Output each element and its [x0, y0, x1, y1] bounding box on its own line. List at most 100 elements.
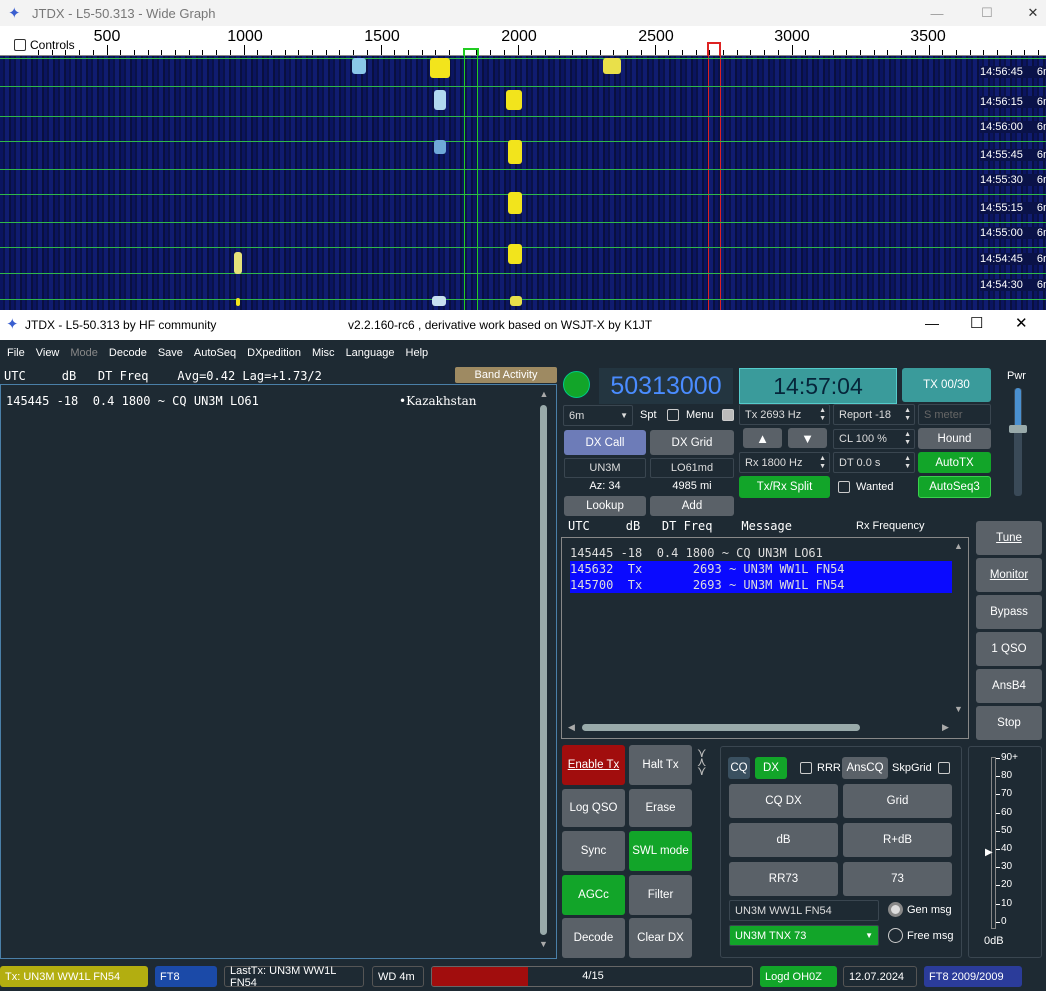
tx-frequency-marker[interactable]: [707, 42, 721, 56]
spin-arrows-icon[interactable]: ▲ ▼: [904, 431, 911, 447]
scroll-down-icon[interactable]: ▼: [954, 704, 963, 714]
cq-dx-button[interactable]: CQ DX: [729, 784, 838, 818]
monitor-button[interactable]: Monitor: [976, 558, 1042, 592]
spin-arrows-icon[interactable]: ▲ ▼: [904, 407, 911, 423]
erase-button[interactable]: Erase: [629, 789, 692, 827]
log-qso-button[interactable]: Log QSO: [562, 789, 625, 827]
band-activity-scrollbar[interactable]: ▲ ▼: [538, 389, 550, 955]
tx-up-button[interactable]: ▲: [743, 428, 782, 448]
period-separator: [0, 58, 1046, 59]
menu-label: Menu: [686, 409, 714, 421]
tx-frequency-spinbox[interactable]: Tx 2693 Hz ▲ ▼: [739, 404, 830, 425]
maximize-icon[interactable]: ☐: [964, 0, 1010, 26]
dx-grid-field[interactable]: LO61md: [650, 458, 734, 478]
report-spinbox[interactable]: Report -18 ▲ ▼: [833, 404, 915, 425]
tx-counter[interactable]: TX 00/30: [902, 368, 991, 402]
scroll-thumb[interactable]: [540, 405, 547, 935]
r-db-button[interactable]: R+dB: [843, 823, 952, 857]
horizontal-scroll-thumb[interactable]: [582, 724, 860, 731]
autotx-button[interactable]: AutoTX: [918, 452, 991, 473]
free-message-select[interactable]: UN3M TNX 73 ▼: [729, 925, 879, 946]
lookup-button[interactable]: Lookup: [564, 496, 646, 516]
spin-arrows-icon[interactable]: ▲ ▼: [904, 455, 911, 471]
rrr-checkbox[interactable]: [800, 762, 812, 774]
power-slider-track[interactable]: [1009, 388, 1027, 496]
generated-message-field[interactable]: UN3M WW1L FN54: [729, 900, 879, 921]
menu-file[interactable]: File: [7, 347, 25, 359]
wanted-checkbox[interactable]: [838, 481, 850, 493]
maximize-icon[interactable]: ☐: [970, 314, 983, 332]
band-activity-pane[interactable]: 145445 -18 0.4 1800 ~ CQ UN3M LO61 •Kaza…: [0, 384, 557, 959]
tune-button[interactable]: Tune: [976, 521, 1042, 555]
one-qso-button[interactable]: 1 QSO: [976, 632, 1042, 666]
anscq-button[interactable]: AnsCQ: [842, 757, 888, 779]
tx-direction-icon[interactable]: ⋎ ⋏ ⋎: [697, 746, 717, 777]
db-button[interactable]: dB: [729, 823, 838, 857]
spin-arrows-icon[interactable]: ▲ ▼: [819, 407, 826, 423]
skpgrid-checkbox[interactable]: [938, 762, 950, 774]
close-icon[interactable]: ✕: [1010, 0, 1046, 26]
menu-decode[interactable]: Decode: [109, 347, 147, 359]
gen-msg-radio[interactable]: [888, 902, 903, 917]
tx-rx-split-button[interactable]: Tx/Rx Split: [739, 476, 830, 498]
period-separator: [0, 141, 1046, 142]
tx-down-button[interactable]: ▼: [788, 428, 827, 448]
filter-button[interactable]: Filter: [629, 875, 692, 915]
decode-button[interactable]: Decode: [562, 918, 625, 958]
hound-button[interactable]: Hound: [918, 428, 991, 449]
stop-button[interactable]: Stop: [976, 706, 1042, 740]
seventy-three-button[interactable]: 73: [843, 862, 952, 896]
rx-frequency-marker[interactable]: [463, 48, 479, 56]
menu-language[interactable]: Language: [346, 347, 395, 359]
band-select[interactable]: 6m ▼: [563, 405, 633, 426]
rx-frequency-pane[interactable]: 145445 -18 0.4 1800 ~ CQ UN3M LO61 145632…: [561, 537, 969, 739]
rr73-button[interactable]: RR73: [729, 862, 838, 896]
waterfall-display[interactable]: 14:56:45 6m 14:56:15 6m 14:56:00 6m 14:55:45 6m…: [0, 56, 1046, 310]
spin-arrows-icon[interactable]: ▲ ▼: [819, 455, 826, 471]
menu-help[interactable]: Help: [406, 347, 429, 359]
cq-toggle[interactable]: CQ: [728, 757, 750, 779]
minimize-icon[interactable]: —: [914, 0, 960, 26]
power-slider-handle[interactable]: [1009, 425, 1027, 433]
menu-misc[interactable]: Misc: [312, 347, 335, 359]
rig-status-indicator[interactable]: [563, 371, 590, 398]
autoseq3-button[interactable]: AutoSeq3: [918, 476, 991, 498]
menu-autoseq[interactable]: AutoSeq: [194, 347, 236, 359]
spot-checkbox[interactable]: [667, 409, 679, 421]
menu-checkbox[interactable]: [722, 409, 734, 421]
scroll-up-icon[interactable]: ▲: [954, 541, 963, 551]
add-button[interactable]: Add: [650, 496, 734, 516]
bypass-button[interactable]: Bypass: [976, 595, 1042, 629]
rx-message-row[interactable]: 145700 Tx 2693 ~ UN3M WW1L FN54: [570, 577, 952, 593]
menu-save[interactable]: Save: [158, 347, 183, 359]
minimize-icon[interactable]: —: [925, 315, 939, 331]
decode-line[interactable]: 145445 -18 0.4 1800 ~ CQ UN3M LO61: [6, 394, 259, 408]
scroll-up-icon[interactable]: ▲: [538, 389, 550, 399]
swl-mode-button[interactable]: SWL mode: [629, 831, 692, 871]
dt-spinbox[interactable]: DT 0.0 s ▲ ▼: [833, 452, 915, 473]
dx-toggle[interactable]: DX: [755, 757, 787, 779]
dx-call-button[interactable]: DX Call: [564, 430, 646, 455]
sync-button[interactable]: Sync: [562, 831, 625, 871]
grid-button[interactable]: Grid: [843, 784, 952, 818]
menu-dxpedition[interactable]: DXpedition: [247, 347, 301, 359]
scroll-left-icon[interactable]: ◀: [568, 722, 575, 733]
scroll-right-icon[interactable]: ▶: [942, 722, 949, 733]
rx-message-row[interactable]: 145632 Tx 2693 ~ UN3M WW1L FN54: [570, 561, 952, 577]
rx-frequency-spinbox[interactable]: Rx 1800 Hz ▲ ▼: [739, 452, 830, 473]
halt-tx-button[interactable]: Halt Tx: [629, 745, 692, 785]
dx-call-field[interactable]: UN3M: [564, 458, 646, 478]
menu-mode[interactable]: Mode: [70, 347, 98, 359]
enable-tx-button[interactable]: Enable Tx: [562, 745, 625, 785]
free-msg-radio[interactable]: [888, 928, 903, 943]
controls-check-icon[interactable]: [14, 39, 26, 51]
agcc-button[interactable]: AGCc: [562, 875, 625, 915]
rx-message-row[interactable]: 145445 -18 0.4 1800 ~ CQ UN3M LO61: [570, 545, 952, 561]
close-icon[interactable]: ✕: [1015, 314, 1028, 332]
ansb4-button[interactable]: AnsB4: [976, 669, 1042, 703]
menu-view[interactable]: View: [36, 347, 60, 359]
cl-spinbox[interactable]: CL 100 % ▲ ▼: [833, 429, 915, 449]
clear-dx-button[interactable]: Clear DX: [629, 918, 692, 958]
scroll-down-icon[interactable]: ▼: [539, 939, 548, 949]
dx-grid-button[interactable]: DX Grid: [650, 430, 734, 455]
